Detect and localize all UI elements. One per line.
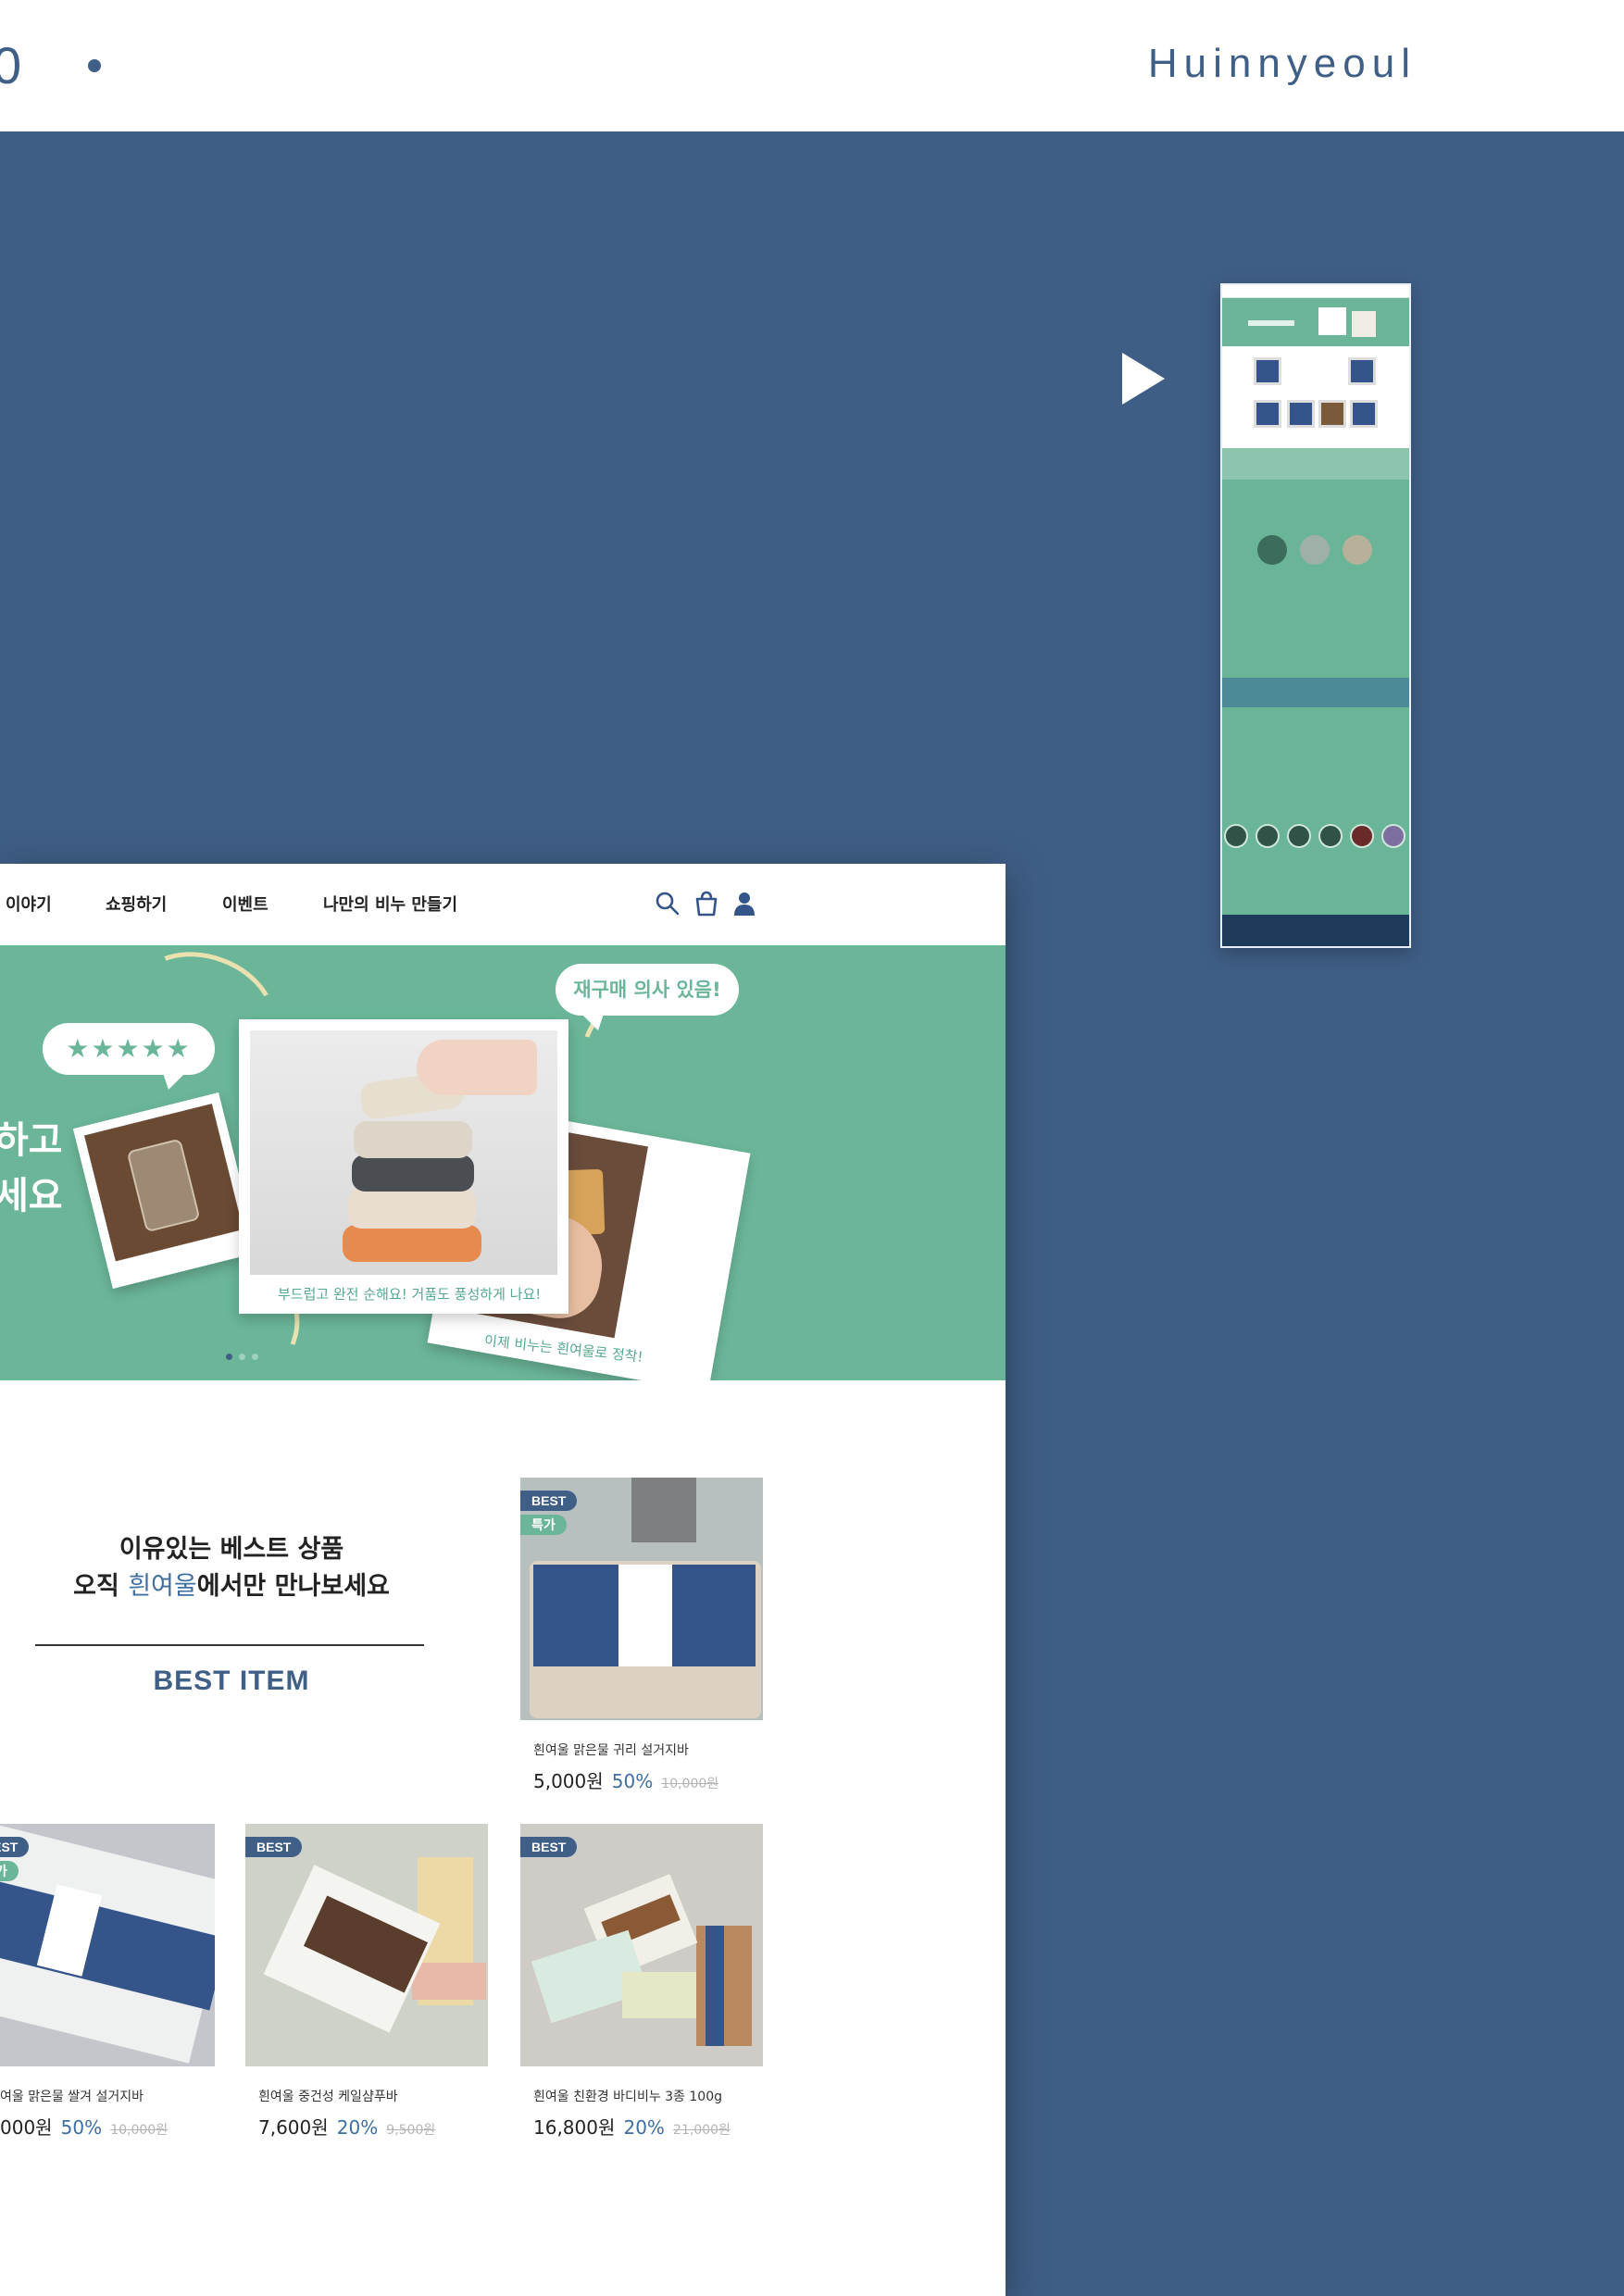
product-card[interactable]: BEST 특가 여울 맑은물 쌀겨 설거지바 000원 50% 10,000원 <box>0 1824 215 2140</box>
best-section-subtitle: 오직 흰여울에서만 만나보세요 <box>73 1572 390 1601</box>
star-rating-bubble: ★★★★★ <box>43 1023 215 1090</box>
nav-item-story[interactable]: 이야기 <box>6 892 52 916</box>
brand-highlight: 흰여울 <box>128 1572 197 1601</box>
badge-best: BEST <box>0 1837 30 1857</box>
product-discount: 50% <box>611 1770 654 1792</box>
hero-headline-line1: 하고 <box>0 1119 63 1162</box>
search-icon[interactable] <box>654 890 681 917</box>
product-card[interactable]: BEST 흰여울 친환경 바디비누 3종 100g 16,800원 20% 21… <box>520 1824 763 2140</box>
bullet-dot <box>88 59 101 72</box>
carousel-dot[interactable] <box>252 1354 258 1360</box>
presentation-header: 0 Huinnyeoul <box>0 0 1624 131</box>
page-number: 0 <box>0 36 22 94</box>
product-discount: 50% <box>60 2116 103 2139</box>
nav-item-shop[interactable]: 쇼핑하기 <box>106 892 167 916</box>
product-price: 16,800원 <box>533 2116 616 2139</box>
product-card[interactable]: BEST 특가 흰여울 맑은물 귀리 설거지바 5,000원 50% 10,00… <box>520 1478 763 1793</box>
hero-banner: 하고 세요 ★★★★★ 재구매 의사 있음! 이제 비누는 흰여울로 정착! 부… <box>0 945 1006 1380</box>
product-discount: 20% <box>623 2116 665 2139</box>
shopping-bag-icon[interactable] <box>693 890 720 917</box>
product-original-price: 10,000원 <box>110 2123 169 2138</box>
brand-name: Huinnyeoul <box>1147 41 1417 86</box>
product-name: 흰여울 맑은물 귀리 설거지바 <box>533 1743 689 1758</box>
product-name: 여울 맑은물 쌀겨 설거지바 <box>0 2090 144 2104</box>
website-mockup: 이야기 쇼핑하기 이벤트 나만의 비누 만들기 하고 세요 ★★★★★ 재구매 … <box>0 864 1006 2296</box>
hero-headline-line2: 세요 <box>0 1175 63 1217</box>
polaroid-caption-center: 부드럽고 완전 순해요! 거품도 풍성하게 나요! <box>278 1286 542 1303</box>
product-price: 7,600원 <box>258 2116 329 2139</box>
badge-sale: 특가 <box>520 1515 567 1535</box>
full-page-thumbnail <box>1220 283 1411 948</box>
product-name: 흰여울 친환경 바디비누 3종 100g <box>533 2090 722 2104</box>
best-section-title: 이유있는 베스트 상품 <box>119 1535 344 1564</box>
repurchase-bubble: 재구매 의사 있음! <box>556 964 739 1030</box>
badge-sale: 특가 <box>0 1861 19 1881</box>
site-navigation: 이야기 쇼핑하기 이벤트 나만의 비누 만들기 <box>0 864 1006 945</box>
badge-best: BEST <box>520 1837 578 1857</box>
badge-best: BEST <box>245 1837 303 1857</box>
product-original-price: 21,000원 <box>673 2123 731 2138</box>
nav-item-event[interactable]: 이벤트 <box>222 892 269 916</box>
best-item-label: BEST ITEM <box>153 1666 310 1696</box>
product-original-price: 10,000원 <box>661 1777 719 1791</box>
carousel-dot-active[interactable] <box>226 1354 232 1360</box>
nav-item-make-soap[interactable]: 나만의 비누 만들기 <box>323 892 457 916</box>
polaroid-caption-right: 이제 비누는 흰여울로 정착! <box>483 1331 644 1366</box>
play-arrow-icon <box>1122 353 1165 405</box>
polaroid-photo-soap-stack: 부드럽고 완전 순해요! 거품도 풍성하게 나요! <box>239 1019 568 1314</box>
product-price: 5,000원 <box>533 1770 604 1792</box>
polaroid-photo-glass <box>72 1092 259 1289</box>
product-card[interactable]: BEST 흰여울 중건성 케일샴푸바 7,600원 20% 9,500원 <box>245 1824 488 2140</box>
product-name: 흰여울 중건성 케일샴푸바 <box>258 2090 398 2104</box>
product-discount: 20% <box>336 2116 379 2139</box>
product-price: 000원 <box>0 2116 53 2139</box>
carousel-dot[interactable] <box>239 1354 245 1360</box>
divider <box>35 1644 424 1646</box>
product-original-price: 9,500원 <box>386 2123 436 2138</box>
user-icon[interactable] <box>731 890 758 917</box>
badge-best: BEST <box>520 1491 578 1511</box>
